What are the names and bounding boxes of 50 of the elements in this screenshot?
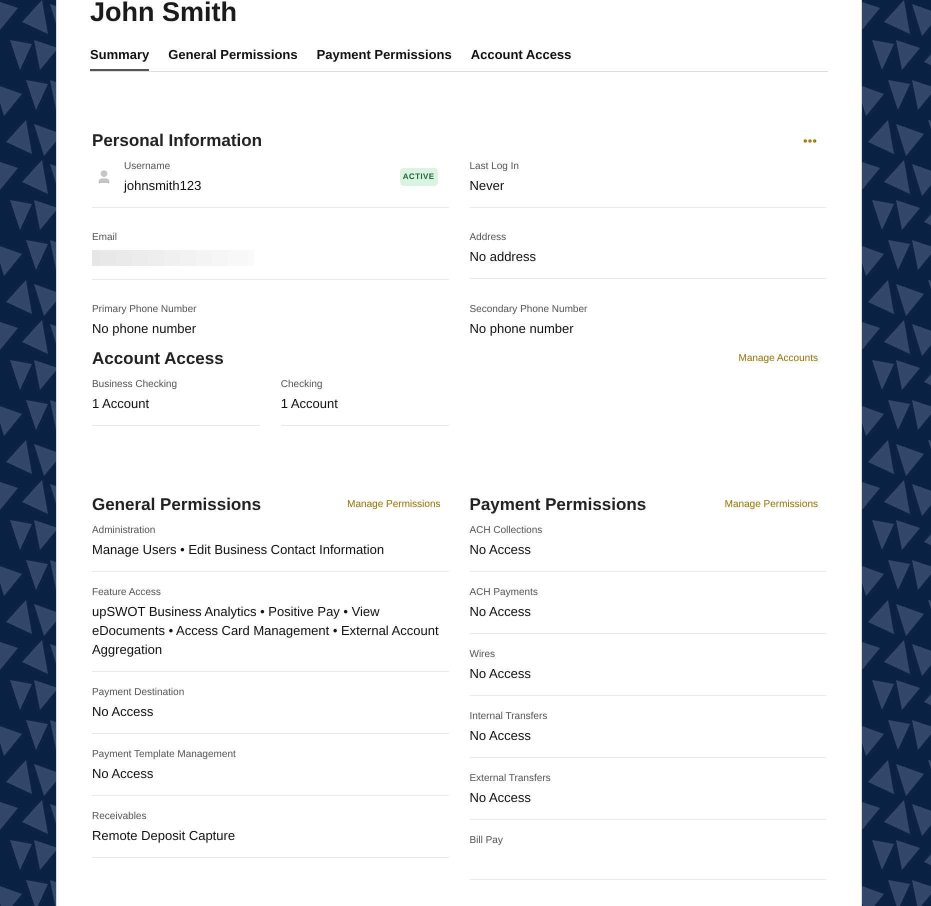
section-heading: Personal Information: [92, 130, 262, 152]
field-label: Checking: [280, 378, 324, 392]
field-value: No Access: [470, 540, 532, 558]
tab[interactable]: Account Access: [470, 45, 572, 70]
field-value: No Access: [470, 726, 532, 744]
page-title: John Smith: [90, 0, 238, 26]
status-badge: ACTIVE: [400, 168, 438, 186]
section-heading: Account Access: [92, 348, 224, 370]
field-label: Secondary Phone Number: [470, 302, 588, 316]
field-label: Business Checking: [92, 378, 178, 392]
field-value: upSWOT Business Analytics • Positive Pay • View eDocuments • Access Card Management • External Account Aggregation: [92, 602, 440, 658]
field-value: No Access: [470, 664, 532, 682]
field-label: Primary Phone Number: [92, 302, 198, 316]
field-value: No Access: [470, 788, 532, 806]
field-label: Email: [92, 230, 118, 244]
field-label: Bill Pay: [470, 834, 504, 848]
field-value: No Access: [470, 602, 532, 620]
manage-link[interactable]: Manage Permissions: [724, 497, 818, 512]
manage-link[interactable]: Manage Permissions: [347, 497, 440, 512]
field-value: Manage Users • Edit Business Contact Information: [92, 540, 386, 558]
field-label: Payment Destination: [92, 686, 186, 700]
field-label: Internal Transfers: [470, 710, 548, 724]
field-value: Remote Deposit Capture: [92, 826, 236, 844]
field-label: Receivables: [92, 810, 148, 824]
field-value: No phone number: [470, 320, 575, 338]
field-value: No phone number: [92, 320, 198, 338]
tab[interactable]: Payment Permissions: [316, 45, 452, 70]
field-value: No address: [470, 248, 537, 266]
section-heading: Payment Permissions: [470, 494, 646, 516]
field-label: Wires: [470, 648, 496, 662]
field-value: johnsmith123: [124, 176, 202, 194]
field-label: Administration: [92, 524, 156, 538]
tab[interactable]: General Permissions: [168, 45, 298, 70]
field-value: 1 Account: [92, 394, 150, 412]
field-value: No Access: [92, 764, 154, 782]
field-label: ACH Payments: [470, 586, 539, 600]
field-label: Payment Template Management: [92, 748, 237, 762]
section-heading: General Permissions: [92, 494, 262, 516]
tab[interactable]: Summary: [90, 45, 150, 70]
field-label: Last Log In: [470, 160, 520, 174]
field-label: Username: [124, 160, 172, 174]
manage-link[interactable]: Manage Accounts: [738, 351, 818, 366]
field-value: 1 Account: [280, 394, 339, 412]
field-label: External Transfers: [470, 772, 552, 786]
field-value: No Access: [92, 702, 154, 720]
field-label: Address: [470, 230, 508, 244]
user-icon: [96, 169, 112, 185]
field-value: Never: [470, 176, 506, 194]
field-label: ACH Collections: [470, 524, 544, 538]
field-label: Feature Access: [92, 586, 162, 600]
